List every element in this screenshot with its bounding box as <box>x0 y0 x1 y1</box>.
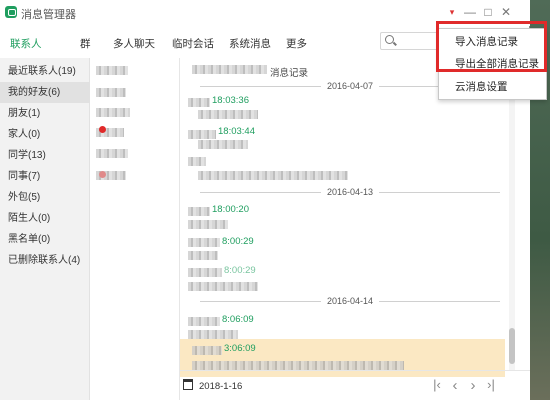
message-time: 18:03:44 <box>218 126 255 137</box>
sender-name-redacted <box>188 98 210 107</box>
contact-list <box>90 58 180 400</box>
message-text-redacted <box>188 157 206 166</box>
message-time: 8:06:09 <box>222 314 254 325</box>
sidebar-item-strangers[interactable]: 陌生人(0) <box>0 208 90 229</box>
sender-name-redacted <box>188 238 220 247</box>
message-time: 3:06:09 <box>224 343 256 354</box>
message-time: 8:00:29 <box>224 265 256 276</box>
next-page-button[interactable]: › <box>466 377 480 394</box>
tab-temp-session[interactable]: 临时会话 <box>172 36 214 51</box>
contact-name-redacted <box>192 65 267 74</box>
message-text-redacted <box>188 282 258 291</box>
footer-date: 2018-1-16 <box>199 381 243 392</box>
maximize-button[interactable]: □ <box>481 5 495 19</box>
sidebar-item-blacklist[interactable]: 黑名单(0) <box>0 229 90 250</box>
tab-more[interactable]: 更多 <box>286 36 307 51</box>
contact-group-sidebar: 最近联系人(19) 我的好友(6) 朋友(1) 家人(0) 同学(13) 同事(… <box>0 58 90 400</box>
sender-name-redacted <box>188 130 216 139</box>
message-time: 18:03:36 <box>212 95 249 106</box>
tab-groups[interactable]: 群 <box>80 36 91 51</box>
prev-page-button[interactable]: ‹ <box>448 377 462 394</box>
avatar <box>99 126 106 133</box>
message-text-redacted <box>188 330 238 339</box>
list-item[interactable] <box>96 149 128 158</box>
sender-name-redacted <box>188 207 210 216</box>
message-text-redacted <box>198 140 248 149</box>
message-text-redacted <box>188 220 228 229</box>
dropdown-arrow-icon[interactable]: ▾ <box>445 5 459 19</box>
sidebar-item-recent[interactable]: 最近联系人(19) <box>0 61 90 82</box>
history-footer: 2018-1-16 |‹ ‹ › ›| <box>180 370 530 400</box>
message-time: 18:00:20 <box>212 204 249 215</box>
tab-system-messages[interactable]: 系统消息 <box>229 36 271 51</box>
scrollbar-thumb[interactable] <box>509 328 515 364</box>
message-manager-window: 消息管理器 ▾ — □ ✕ 联系人 群 多人聊天 临时会话 系统消息 更多 最近… <box>0 0 547 400</box>
message-text-redacted <box>198 171 348 180</box>
sidebar-item-my-friends[interactable]: 我的好友(6) <box>0 82 90 103</box>
sender-name-redacted <box>188 317 220 326</box>
tab-multi-chat[interactable]: 多人聊天 <box>113 36 155 51</box>
sidebar-item-classmates[interactable]: 同学(13) <box>0 145 90 166</box>
list-item[interactable] <box>96 66 128 75</box>
list-item[interactable] <box>96 108 130 117</box>
sidebar-item-friends[interactable]: 朋友(1) <box>0 103 90 124</box>
history-title: 消息记录 <box>270 68 309 79</box>
search-icon <box>385 35 394 44</box>
close-button[interactable]: ✕ <box>499 5 513 19</box>
app-logo-icon <box>5 6 17 18</box>
sender-name-redacted <box>192 346 222 355</box>
sidebar-item-family[interactable]: 家人(0) <box>0 124 90 145</box>
menu-item-cloud-settings[interactable]: 云消息设置 <box>439 76 547 98</box>
minimize-button[interactable]: — <box>463 5 477 19</box>
calendar-icon[interactable] <box>183 379 193 390</box>
last-page-button[interactable]: ›| <box>484 377 498 392</box>
sidebar-item-colleagues[interactable]: 同事(7) <box>0 166 90 187</box>
message-time: 8:00:29 <box>222 236 254 247</box>
date-separator: 2016-04-14 <box>200 296 500 306</box>
message-text-redacted <box>198 110 258 119</box>
avatar <box>99 171 106 178</box>
tab-contacts[interactable]: 联系人 <box>10 36 42 51</box>
sidebar-item-deleted[interactable]: 已删除联系人(4) <box>0 250 90 271</box>
highlight-box <box>436 21 547 72</box>
sidebar-item-outsource[interactable]: 外包(5) <box>0 187 90 208</box>
message-text-redacted <box>192 361 404 370</box>
date-separator: 2016-04-13 <box>200 187 500 197</box>
window-title: 消息管理器 <box>21 9 76 21</box>
message-history-pane: 消息记录 2016-04-07 18:03:36 18:03:44 2016-0… <box>180 58 530 400</box>
scrollbar-track[interactable] <box>509 58 515 370</box>
sender-name-redacted <box>188 268 222 277</box>
list-item[interactable] <box>96 88 126 97</box>
message-text-redacted <box>188 251 218 260</box>
first-page-button[interactable]: |‹ <box>430 377 444 392</box>
